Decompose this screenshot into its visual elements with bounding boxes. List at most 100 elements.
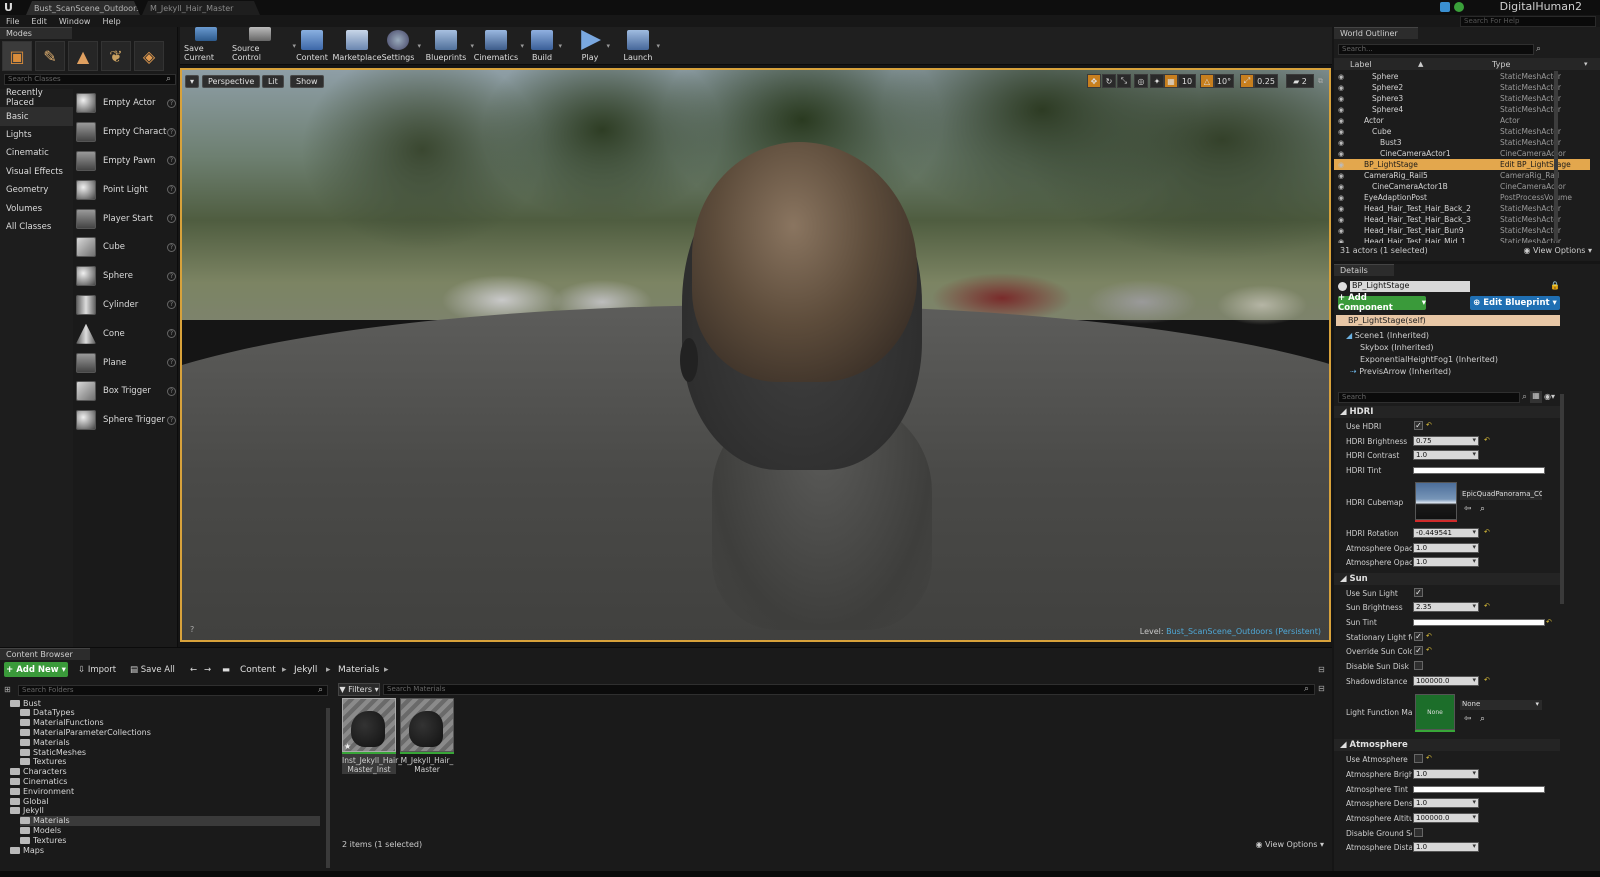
folder-item[interactable]: Global: [10, 796, 320, 806]
menu-file[interactable]: File: [6, 17, 19, 26]
reset-icon[interactable]: ↶: [1426, 646, 1432, 654]
place-cylinder[interactable]: Cylinder?: [76, 291, 176, 320]
cb-view-options-button[interactable]: ◉ View Options ▾: [1256, 840, 1325, 849]
menu-window[interactable]: Window: [59, 17, 91, 26]
disable-ground-checkbox[interactable]: [1414, 828, 1423, 837]
edit-blueprint-button[interactable]: ⊕ Edit Blueprint ▾: [1470, 296, 1560, 310]
reset-icon[interactable]: ↶: [1426, 632, 1432, 640]
visibility-eye-icon[interactable]: ◉: [1334, 84, 1348, 92]
reset-icon[interactable]: ↶: [1484, 436, 1490, 444]
landscape-mode-icon[interactable]: ▲: [68, 41, 98, 71]
outliner-row[interactable]: ◉ Bust3 StaticMeshActor: [1334, 137, 1590, 148]
override-sun-checkbox[interactable]: ✓: [1414, 646, 1423, 655]
folder-item[interactable]: MaterialFunctions: [20, 718, 320, 728]
tab-level[interactable]: Bust_ScanScene_Outdoors*: [26, 1, 140, 15]
atmo-opacity-2-input[interactable]: 1.0: [1413, 557, 1479, 567]
reset-icon[interactable]: ↶: [1484, 676, 1490, 684]
light-function-dropdown[interactable]: None ▾: [1460, 700, 1542, 710]
outliner-row[interactable]: ◉ Sphere2 StaticMeshActor: [1334, 82, 1590, 93]
marketplace-button[interactable]: Marketplace: [332, 27, 382, 65]
scale-tool-icon[interactable]: ⤡: [1117, 74, 1131, 88]
component-heightfog[interactable]: ExponentialHeightFog1 (Inherited): [1360, 355, 1498, 364]
sources-toggle-icon[interactable]: ⊞: [4, 685, 11, 694]
translate-tool-icon[interactable]: ✥: [1087, 74, 1101, 88]
folder-item[interactable]: DataTypes: [20, 708, 320, 718]
class-search-input[interactable]: Search Classes: [4, 74, 176, 85]
folder-scrollbar[interactable]: [326, 708, 330, 868]
help-icon[interactable]: ?: [167, 329, 176, 339]
shadowdistance-input[interactable]: 100000.0: [1413, 676, 1479, 686]
use-selected-icon[interactable]: ⇦: [1464, 714, 1472, 724]
sun-brightness-input[interactable]: 2.35: [1413, 602, 1479, 612]
outliner-row[interactable]: ◉ Head_Hair_Test_Hair_Back_2 StaticMeshAct…: [1334, 203, 1590, 214]
category-all-classes[interactable]: All Classes: [0, 218, 73, 236]
content-browser-tab[interactable]: Content Browser: [0, 648, 90, 660]
menu-help[interactable]: Help: [102, 17, 120, 26]
rotation-snap-icon[interactable]: △: [1200, 74, 1214, 88]
column-label[interactable]: Label: [1350, 60, 1372, 69]
breadcrumb-separator-icon[interactable]: ▸: [282, 665, 287, 675]
place-sphere[interactable]: Sphere?: [76, 262, 176, 291]
reset-icon[interactable]: ↶: [1484, 602, 1490, 610]
folder-search-input[interactable]: Search Folders: [18, 685, 328, 696]
category-recently-placed[interactable]: Recently Placed: [0, 88, 73, 108]
reset-icon[interactable]: ↶: [1426, 421, 1432, 429]
foliage-mode-icon[interactable]: ❦: [101, 41, 131, 71]
category-cinematic[interactable]: Cinematic: [0, 144, 73, 162]
add-new-button[interactable]: + Add New ▾: [4, 662, 68, 677]
outliner-row[interactable]: ◉ Head_Hair_Test_Hair_Back_3 StaticMeshAct…: [1334, 214, 1590, 225]
breadcrumb-jekyll[interactable]: Jekyll: [294, 665, 317, 675]
folder-item[interactable]: MaterialParameterCollections: [20, 727, 320, 737]
camera-speed-button[interactable]: ▰ 2: [1286, 74, 1314, 88]
geometry-mode-icon[interactable]: ◈: [134, 41, 164, 71]
folder-item[interactable]: Cinematics: [10, 776, 320, 786]
use-sun-checkbox[interactable]: ✓: [1414, 588, 1423, 597]
grid-view-icon[interactable]: ▦: [1530, 391, 1542, 403]
place-mode-icon[interactable]: ▣: [2, 41, 32, 71]
save-current-button[interactable]: Save Current: [184, 27, 228, 65]
help-icon[interactable]: ?: [167, 156, 176, 166]
chevron-down-icon[interactable]: ▾: [606, 42, 610, 50]
chevron-down-icon[interactable]: ▾: [558, 42, 562, 50]
folder-item[interactable]: Materials: [20, 815, 320, 826]
eye-icon[interactable]: ◉▾: [1544, 392, 1555, 401]
outliner-row[interactable]: ◉ Head_Hair_Test_Hair_Mid_1 StaticMeshActo…: [1334, 236, 1590, 243]
visibility-eye-icon[interactable]: ◉: [1334, 95, 1348, 103]
place-cube[interactable]: Cube?: [76, 233, 176, 262]
reset-icon[interactable]: ↶: [1484, 528, 1490, 536]
asset-search-input[interactable]: Search Materials: [383, 684, 1315, 695]
visibility-eye-icon[interactable]: ◉: [1334, 172, 1348, 180]
visibility-eye-icon[interactable]: ◉: [1334, 183, 1348, 191]
blueprints-button[interactable]: Blueprints ▾: [426, 27, 474, 65]
place-sphere-trigger[interactable]: Sphere Trigger?: [76, 406, 176, 435]
outliner-row[interactable]: ◉ Sphere4 StaticMeshActor: [1334, 104, 1590, 115]
folder-item[interactable]: Environment: [10, 786, 320, 796]
history-forward-button[interactable]: →: [204, 665, 211, 675]
hdri-tint-color[interactable]: [1413, 467, 1545, 474]
help-icon[interactable]: ?: [167, 271, 176, 281]
help-icon[interactable]: ?: [167, 185, 176, 195]
help-icon[interactable]: ?: [167, 98, 176, 108]
outliner-row[interactable]: ◉ Sphere StaticMeshActor: [1334, 71, 1590, 82]
source-control-status-icon[interactable]: [1454, 2, 1464, 12]
outliner-row[interactable]: ◉ EyeAdaptionPost PostProcessVolume: [1334, 192, 1590, 203]
level-viewport[interactable]: ▾ Perspective Lit Show ✥ ↻ ⤡ ◎ ✦ ▦ 10 △ …: [180, 68, 1331, 642]
place-player-start[interactable]: Player Start?: [76, 204, 176, 233]
visibility-eye-icon[interactable]: ◉: [1334, 161, 1348, 169]
folder-item[interactable]: Models: [20, 825, 320, 835]
actor-name-input[interactable]: BP_LightStage: [1350, 281, 1470, 292]
world-outliner-tab[interactable]: World Outliner: [1334, 27, 1418, 39]
atmo-distance-input[interactable]: 1.0: [1413, 842, 1479, 852]
sun-tint-color[interactable]: [1413, 619, 1545, 626]
help-icon[interactable]: ?: [167, 358, 176, 368]
hdri-rotation-input[interactable]: -0.449541: [1413, 528, 1479, 538]
section-atmosphere[interactable]: ◢ Atmosphere: [1334, 739, 1560, 751]
outliner-row[interactable]: ◉ Head_Hair_Test_Hair_Bun9 StaticMeshActor: [1334, 225, 1590, 236]
launch-button[interactable]: Launch ▾: [624, 27, 660, 65]
folder-item[interactable]: Materials: [20, 737, 320, 747]
component-self[interactable]: BP_LightStage(self): [1336, 315, 1560, 326]
visibility-eye-icon[interactable]: ◉: [1334, 128, 1348, 136]
lit-button[interactable]: Lit: [262, 75, 284, 88]
outliner-row[interactable]: ◉ CameraRig_Rail5 CameraRig_Rail: [1334, 170, 1590, 181]
folder-item[interactable]: StaticMeshes: [20, 747, 320, 757]
